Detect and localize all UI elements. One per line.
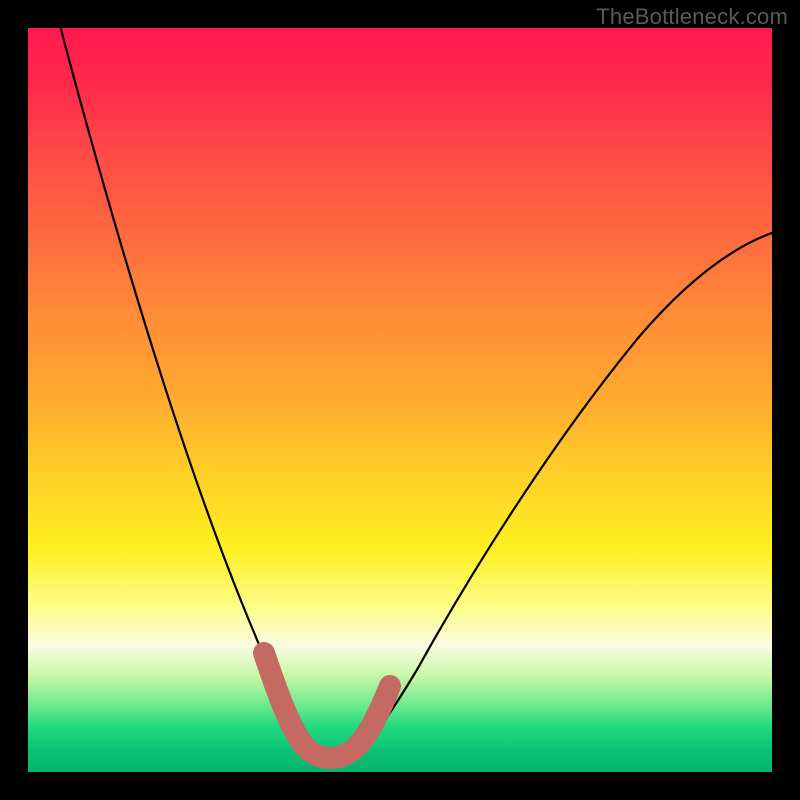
outer-frame: TheBottleneck.com [0,0,800,800]
highlight-dot-end [380,676,400,696]
highlight-dot-mid-right [367,705,385,723]
bottleneck-highlight [264,653,390,758]
watermark-text: TheBottleneck.com [596,4,788,30]
bottleneck-curve-left [58,18,348,759]
plot-area [28,28,772,772]
bottleneck-curve-right [348,228,788,758]
curve-svg [28,28,772,772]
highlight-dot-start [254,643,274,663]
highlight-dot-mid-left [271,683,289,701]
